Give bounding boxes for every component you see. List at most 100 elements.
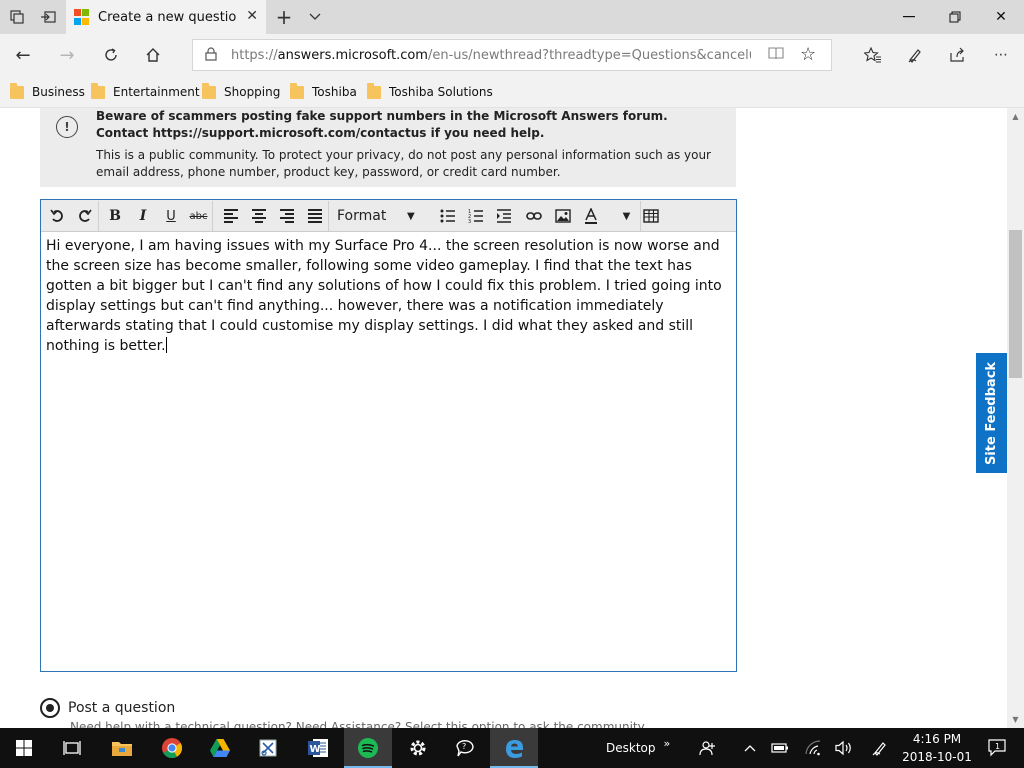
url-path: /en-us/newthread?threadtype=Questions&ca… [427,48,751,63]
post-question-help: Need help with a technical question? Nee… [70,720,647,728]
post-question-option[interactable]: Post a question [40,697,175,719]
url-prefix: https:// [231,48,278,63]
clock-date: 2018-10-01 [902,750,972,764]
feedback-hub-icon[interactable]: ? [442,728,490,768]
restore-button[interactable] [932,0,978,34]
windows-start-icon[interactable] [0,728,48,768]
lock-icon [205,47,217,65]
favorite-folder-toshiba-solutions[interactable]: Toshiba Solutions [367,82,493,101]
forward-button[interactable]: → [50,40,84,70]
font-color-icon[interactable] [577,201,605,231]
info-icon: ! [56,116,78,138]
task-view-icon[interactable] [48,728,96,768]
share-icon[interactable] [940,40,974,70]
url-text[interactable]: https://answers.microsoft.com/en-us/newt… [231,48,751,63]
tab-active[interactable]: Create a new question or start a discuss… [66,0,266,34]
chevron-down-icon[interactable] [302,0,328,34]
new-tab-button[interactable]: + [270,0,298,34]
minimize-button[interactable] [886,0,932,34]
question-editor: B I U abc Format ▼ 123 ▼ Hi everyone, I … [40,199,737,672]
align-left-icon[interactable] [217,201,245,231]
double-chevron-icon: » [663,736,671,750]
set-aside-tabs-icon[interactable] [33,0,63,34]
bold-button[interactable]: B [101,201,129,231]
justify-icon[interactable] [301,201,329,231]
scroll-up-icon[interactable]: ▲ [1007,108,1024,125]
favorite-folder-entertainment[interactable]: Entertainment [91,82,200,101]
windows-ink-icon[interactable] [866,728,894,768]
chrome-icon[interactable] [148,728,196,768]
scroll-down-icon[interactable]: ▼ [1007,711,1024,728]
settings-gear-icon[interactable] [394,728,442,768]
bullet-list-icon[interactable] [434,201,462,231]
align-right-icon[interactable] [273,201,301,231]
post-question-radio[interactable] [40,698,60,718]
question-body-textarea[interactable]: Hi everyone, I am having issues with my … [46,236,731,356]
scam-warning-text: Beware of scammers posting fake support … [96,109,668,140]
battery-icon[interactable] [766,728,794,768]
table-icon[interactable] [637,201,665,231]
wifi-icon[interactable] [800,728,828,768]
format-dropdown[interactable]: Format ▼ [333,201,431,231]
file-explorer-icon[interactable] [98,728,146,768]
favorite-label: Shopping [224,85,281,99]
people-icon[interactable] [694,728,722,768]
link-icon[interactable] [520,201,548,231]
folder-icon [202,82,216,99]
favorite-folder-toshiba[interactable]: Toshiba [290,82,357,101]
notification-count: 1 [995,742,1000,751]
scam-notice-panel: ! Beware of scammers posting fake suppor… [40,108,736,187]
caret-down-icon: ▼ [407,210,415,222]
align-center-icon[interactable] [245,201,273,231]
back-button[interactable]: ← [6,40,40,70]
favorite-folder-shopping[interactable]: Shopping [202,82,281,101]
url-domain: answers.microsoft.com [277,48,428,63]
favorite-label: Toshiba [312,85,357,99]
pen-notes-icon[interactable] [898,40,932,70]
refresh-button[interactable] [94,40,128,70]
tab-close-icon[interactable]: ✕ [246,8,258,24]
post-question-label: Post a question [68,700,176,716]
format-label: Format [337,208,387,224]
svg-text:3: 3 [468,219,471,223]
word-icon[interactable]: W [294,728,342,768]
tab-preview-icon[interactable] [2,0,32,34]
show-hidden-icons-icon[interactable] [736,728,764,768]
undo-icon[interactable] [43,201,71,231]
favorites-bar: Business Entertainment Shopping Toshiba … [0,76,1024,108]
desktop-label: Desktop [606,741,656,755]
favorite-label: Toshiba Solutions [389,85,493,99]
address-bar[interactable]: https://answers.microsoft.com/en-us/newt… [192,39,832,71]
more-options-icon[interactable]: ⋯ [984,40,1018,70]
indent-icon[interactable] [490,201,518,231]
numbered-list-icon[interactable]: 123 [462,201,490,231]
favorites-hub-icon[interactable] [856,40,890,70]
strikethrough-button[interactable]: abc [185,201,213,231]
site-feedback-label: Site Feedback [984,361,1000,465]
text-caret [165,337,167,353]
desktop-toolbar[interactable]: Desktop » [606,728,670,768]
spotify-icon[interactable] [344,728,392,768]
site-feedback-button[interactable]: Site Feedback [976,353,1007,473]
close-window-button[interactable]: ✕ [978,0,1024,34]
microsoft-logo-icon [74,9,90,25]
underline-button[interactable]: U [157,201,185,231]
italic-button[interactable]: I [129,201,157,231]
action-center-icon[interactable]: 1 [982,728,1012,768]
edge-browser-icon[interactable] [490,728,538,768]
reading-view-icon[interactable] [768,46,784,64]
scroll-thumb[interactable] [1009,230,1022,378]
home-button[interactable] [136,40,170,70]
svg-text:W: W [310,744,321,755]
page-scrollbar[interactable]: ▲ ▼ [1007,108,1024,728]
system-clock[interactable]: 4:16 PM 2018-10-01 [902,730,972,766]
snipping-tool-icon[interactable] [244,728,292,768]
favorite-star-icon[interactable]: ☆ [800,44,816,65]
clock-time: 4:16 PM [912,732,962,746]
google-drive-icon[interactable] [196,728,244,768]
volume-icon[interactable] [830,728,858,768]
redo-icon[interactable] [71,201,99,231]
insert-image-icon[interactable] [549,201,577,231]
taskbar: W ? Desktop » 4:16 PM 2018-10-01 1 [0,728,1024,768]
favorite-folder-business[interactable]: Business [10,82,85,101]
